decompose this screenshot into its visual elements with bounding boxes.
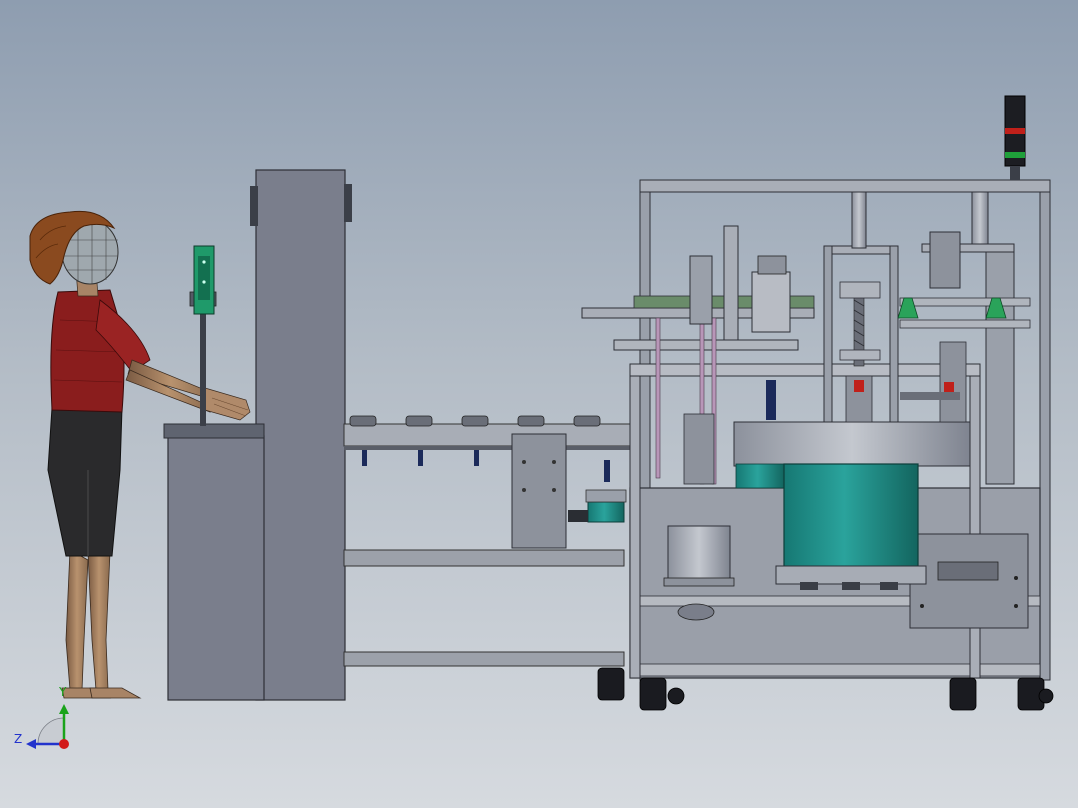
x-axis-marker: [59, 739, 69, 749]
feed-conveyor: [343, 415, 635, 667]
y-axis-arrowhead: [59, 704, 69, 714]
axis-triad: [26, 704, 69, 749]
z-axis-arrowhead: [26, 739, 36, 749]
operator-console: [163, 169, 352, 701]
press-station: [823, 191, 899, 423]
axis-label-y: Y: [59, 685, 67, 699]
cad-viewport[interactable]: Y Z: [0, 0, 1078, 808]
assembly-drawing: [26, 95, 1054, 749]
stack-light: [1004, 95, 1026, 180]
axis-label-z: Z: [14, 732, 23, 746]
